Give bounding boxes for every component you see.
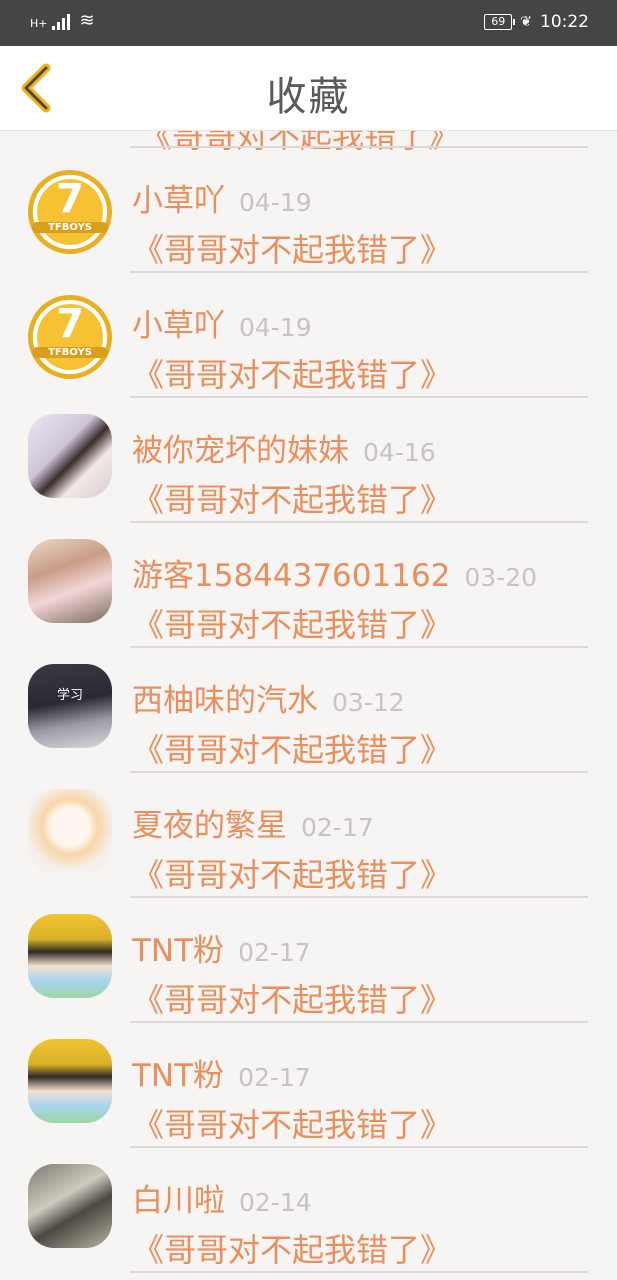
list-item[interactable]: 游客1584437601162 03-20 《哥哥对不起我错了》 — [0, 522, 617, 647]
avatar-number: 7 — [56, 176, 84, 222]
status-bar: H+ ≋ 69 ❦ 10:22 — [0, 0, 617, 46]
item-author: 游客1584437601162 03-20 — [132, 550, 537, 595]
item-message: 《哥哥对不起我错了》 — [132, 1106, 453, 1144]
avatar — [28, 1039, 112, 1123]
item-date: 04-16 — [363, 438, 436, 467]
item-message: 《哥哥对不起我错了》 — [132, 231, 453, 269]
network-type: H+ — [30, 17, 48, 30]
avatar — [28, 914, 112, 998]
item-message: 《哥哥对不起我错了》 — [132, 731, 453, 769]
avatar: 学习 — [28, 664, 112, 748]
list-item[interactable]: 被你宠坏的妹妹 04-16 《哥哥对不起我错了》 — [0, 397, 617, 522]
item-date: 02-14 — [239, 1188, 312, 1217]
list-item[interactable]: 白川啦 02-14 《哥哥对不起我错了》 — [0, 1147, 617, 1272]
list-item[interactable]: 学习 西柚味的汽水 03-12 《哥哥对不起我错了》 — [0, 647, 617, 772]
item-date: 02-17 — [301, 813, 374, 842]
item-author: 夏夜的繁星 02-17 — [132, 800, 374, 845]
item-date: 04-19 — [239, 188, 312, 217]
item-author: TNT粉 02-17 — [132, 1050, 311, 1095]
author-name: 游客1584437601162 — [132, 558, 451, 594]
item-author: 白川啦 02-14 — [132, 1175, 312, 1220]
avatar-number: 7 — [56, 301, 84, 347]
avatar — [28, 539, 112, 623]
item-author: 被你宠坏的妹妹 04-16 — [132, 425, 436, 470]
header: 收藏 — [0, 46, 617, 131]
avatar: 7 TFBOYS — [28, 170, 112, 254]
author-name: 西柚味的汽水 — [132, 683, 318, 719]
wifi-icon: ≋ — [79, 10, 95, 31]
author-name: 夏夜的繁星 — [132, 808, 287, 844]
item-date: 02-17 — [238, 1063, 311, 1092]
author-name: TNT粉 — [132, 933, 225, 969]
item-message: 《哥哥对不起我错了》 — [132, 481, 453, 519]
avatar — [28, 789, 112, 873]
battery-icon: 69 — [484, 14, 516, 30]
avatar: 7 TFBOYS — [28, 295, 112, 379]
signal-icon — [51, 12, 70, 30]
list-item[interactable]: TNT粉 02-17 《哥哥对不起我错了》 — [0, 1022, 617, 1147]
author-name: 小草吖 — [132, 183, 225, 219]
status-right: 69 ❦ 10:22 — [484, 12, 589, 32]
avatar-caption: 学习 — [56, 688, 83, 703]
avatar — [28, 414, 112, 498]
item-date: 03-20 — [464, 563, 538, 592]
avatar-label: TFBOYS — [32, 347, 108, 358]
author-name: TNT粉 — [132, 1058, 225, 1094]
item-message: 《哥哥对不起我错了》 — [132, 356, 453, 394]
divider — [130, 1271, 588, 1273]
item-message: 《哥哥对不起我错了》 — [132, 606, 453, 644]
list-item[interactable]: 7 TFBOYS 小草吖 04-19 《哥哥对不起我错了》 — [0, 147, 617, 272]
item-message: 《哥哥对不起我错了》 — [132, 1231, 453, 1269]
page-title: 收藏 — [266, 74, 351, 120]
item-message: 《哥哥对不起我错了》 — [132, 856, 453, 894]
list-item[interactable]: TNT粉 02-17 《哥哥对不起我错了》 — [0, 897, 617, 1022]
avatar-label: TFBOYS — [32, 222, 108, 233]
item-author: 西柚味的汽水 03-12 — [132, 675, 405, 720]
item-author: TNT粉 02-17 — [132, 925, 311, 970]
avatar — [28, 1164, 112, 1248]
item-author: 小草吖 04-19 — [132, 175, 312, 220]
leaf-icon: ❦ — [520, 14, 532, 30]
item-message: 《哥哥对不起我错了》 — [132, 981, 453, 1019]
author-name: 小草吖 — [132, 308, 225, 344]
item-date: 02-17 — [238, 938, 311, 967]
list-item[interactable]: 7 TFBOYS 小草吖 04-19 《哥哥对不起我错了》 — [0, 272, 617, 397]
favorites-list[interactable]: 《哥哥对不起我错了》 7 TFBOYS 小草吖 04-19 《哥哥对不起我错了》 … — [0, 131, 617, 1280]
author-name: 被你宠坏的妹妹 — [132, 433, 349, 469]
author-name: 白川啦 — [132, 1183, 225, 1219]
item-date: 03-12 — [332, 688, 405, 717]
item-date: 04-19 — [239, 313, 312, 342]
list-item[interactable]: 夏夜的繁星 02-17 《哥哥对不起我错了》 — [0, 772, 617, 897]
status-left: H+ ≋ — [30, 12, 95, 30]
clock: 10:22 — [540, 12, 589, 32]
item-author: 小草吖 04-19 — [132, 300, 312, 345]
